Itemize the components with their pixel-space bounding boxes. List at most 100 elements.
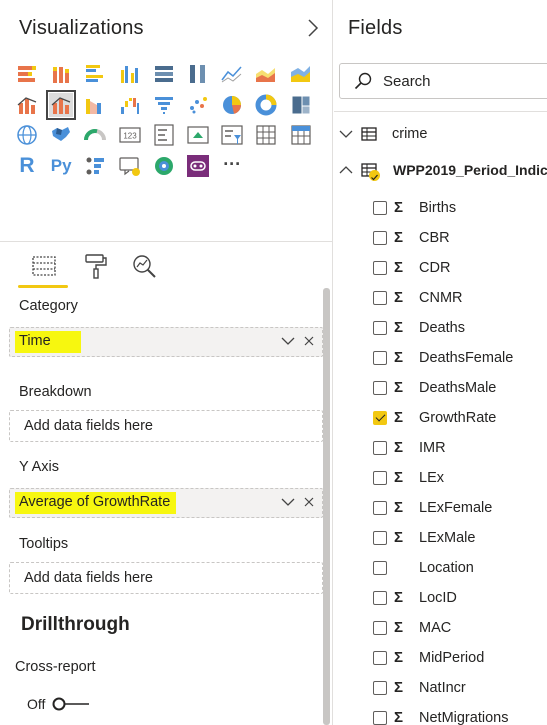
multi-row-card-icon[interactable]	[152, 123, 176, 147]
table-icon[interactable]	[254, 123, 278, 147]
field-checkbox[interactable]	[373, 471, 387, 485]
analytics-magnifier-icon[interactable]	[130, 252, 158, 280]
field-row[interactable]: Σ DeathsMale	[334, 377, 547, 403]
field-row[interactable]: Σ NatIncr	[334, 677, 547, 703]
decomposition-tree-icon[interactable]	[118, 154, 142, 178]
stacked-column-chart-icon[interactable]	[49, 62, 73, 86]
field-row[interactable]: Σ LocID	[334, 587, 547, 613]
field-row[interactable]: Σ CNMR	[334, 287, 547, 313]
field-checkbox[interactable]	[373, 651, 387, 665]
remove-field-icon[interactable]	[304, 333, 314, 349]
sigma-icon: Σ	[394, 679, 404, 696]
remove-field-icon[interactable]	[304, 494, 314, 510]
funnel-icon[interactable]	[152, 93, 176, 117]
field-name: LocID	[419, 590, 457, 606]
filled-map-icon[interactable]	[49, 123, 73, 147]
chevron-down-icon[interactable]	[281, 494, 295, 510]
field-checkbox[interactable]	[373, 351, 387, 365]
100-stacked-column-chart-icon[interactable]	[186, 62, 210, 86]
field-checkbox[interactable]	[373, 681, 387, 695]
field-checkbox[interactable]	[373, 261, 387, 275]
line-and-stacked-column-icon[interactable]	[15, 93, 39, 117]
stacked-area-chart-icon[interactable]	[289, 62, 313, 86]
treemap-icon[interactable]	[289, 93, 313, 117]
table-row-wpp2019[interactable]: WPP2019_Period_Indic...	[334, 158, 547, 184]
tooltips-well[interactable]: Add data fields here	[9, 562, 323, 594]
ribbon-chart-icon[interactable]	[83, 93, 107, 117]
field-row[interactable]: Σ IMR	[334, 437, 547, 463]
search-input[interactable]: Search	[339, 63, 547, 99]
python-visual-icon[interactable]: Py	[49, 154, 73, 178]
field-checkbox[interactable]	[373, 591, 387, 605]
stacked-bar-chart-icon[interactable]	[15, 62, 39, 86]
donut-chart-icon[interactable]	[254, 93, 278, 117]
slicer-icon[interactable]	[220, 123, 244, 147]
field-row[interactable]: Σ MAC	[334, 617, 547, 643]
map-icon[interactable]	[15, 123, 39, 147]
field-row[interactable]: Σ CBR	[334, 227, 547, 253]
sigma-icon: Σ	[394, 439, 404, 456]
breakdown-well[interactable]: Add data fields here	[9, 410, 323, 442]
field-row[interactable]: Σ NetMigrations	[334, 707, 547, 725]
field-row[interactable]: Σ LExMale	[334, 527, 547, 553]
field-row[interactable]: Σ GrowthRate	[334, 407, 547, 433]
sigma-icon: Σ	[394, 469, 404, 486]
field-name: LExMale	[419, 530, 476, 546]
area-chart-icon[interactable]	[254, 62, 278, 86]
category-well[interactable]: Time	[9, 327, 323, 357]
collapse-chevron-icon[interactable]	[304, 17, 322, 39]
sigma-icon: Σ	[394, 619, 404, 636]
r-visual-icon[interactable]: R	[15, 154, 39, 178]
field-row[interactable]: Location	[334, 557, 547, 583]
field-checkbox[interactable]	[373, 201, 387, 215]
clustered-column-chart-icon[interactable]	[118, 62, 142, 86]
category-field-chip[interactable]: Time	[15, 331, 81, 353]
format-paint-roller-icon[interactable]	[82, 252, 110, 280]
field-name: DeathsFemale	[419, 350, 514, 366]
kpi-icon[interactable]	[186, 123, 210, 147]
key-influencers-icon[interactable]	[83, 154, 107, 178]
field-row[interactable]: Σ DeathsFemale	[334, 347, 547, 373]
chevron-down-icon[interactable]	[281, 333, 295, 349]
field-row[interactable]: Σ CDR	[334, 257, 547, 283]
field-checkbox[interactable]	[373, 501, 387, 515]
line-and-clustered-column-icon[interactable]	[46, 89, 77, 120]
field-row[interactable]: Σ Births	[334, 197, 547, 223]
y-axis-field-chip[interactable]: Average of GrowthRate	[15, 492, 177, 514]
field-checkbox[interactable]	[373, 231, 387, 245]
field-row[interactable]: Σ Deaths	[334, 317, 547, 343]
scatter-chart-icon[interactable]	[186, 93, 210, 117]
field-row[interactable]: Σ LExFemale	[334, 497, 547, 523]
more-visuals-icon[interactable]: ···	[220, 154, 244, 178]
gauge-icon[interactable]	[83, 123, 107, 147]
chevron-up-icon[interactable]	[339, 163, 353, 177]
clustered-bar-chart-icon[interactable]	[83, 62, 107, 86]
waterfall-chart-icon[interactable]	[118, 93, 142, 117]
visualizations-scrollbar[interactable]	[323, 288, 330, 725]
fields-tab-icon[interactable]	[30, 252, 58, 280]
field-row[interactable]: Σ LEx	[334, 467, 547, 493]
field-checkbox[interactable]	[373, 381, 387, 395]
matrix-icon[interactable]	[289, 123, 313, 147]
table-row-crime[interactable]: crime	[334, 122, 547, 148]
field-checkbox[interactable]	[373, 621, 387, 635]
field-checkbox[interactable]	[373, 711, 387, 725]
card-icon[interactable]: 123	[118, 123, 142, 147]
line-chart-icon[interactable]	[220, 62, 244, 86]
power-apps-icon[interactable]	[186, 154, 210, 178]
field-checkbox[interactable]	[373, 561, 387, 575]
field-row[interactable]: Σ MidPeriod	[334, 647, 547, 673]
y-axis-well[interactable]: Average of GrowthRate	[9, 488, 323, 518]
cross-report-toggle[interactable]	[52, 696, 90, 712]
field-checkbox[interactable]	[373, 411, 387, 425]
chevron-down-icon[interactable]	[339, 127, 353, 141]
field-checkbox[interactable]	[373, 441, 387, 455]
field-checkbox[interactable]	[373, 321, 387, 335]
pie-chart-icon[interactable]	[220, 93, 244, 117]
100-stacked-bar-chart-icon[interactable]	[152, 62, 176, 86]
field-checkbox[interactable]	[373, 531, 387, 545]
qa-icon[interactable]	[152, 154, 176, 178]
field-name: LEx	[419, 470, 444, 486]
table-name: WPP2019_Period_Indic...	[393, 162, 547, 178]
field-checkbox[interactable]	[373, 291, 387, 305]
